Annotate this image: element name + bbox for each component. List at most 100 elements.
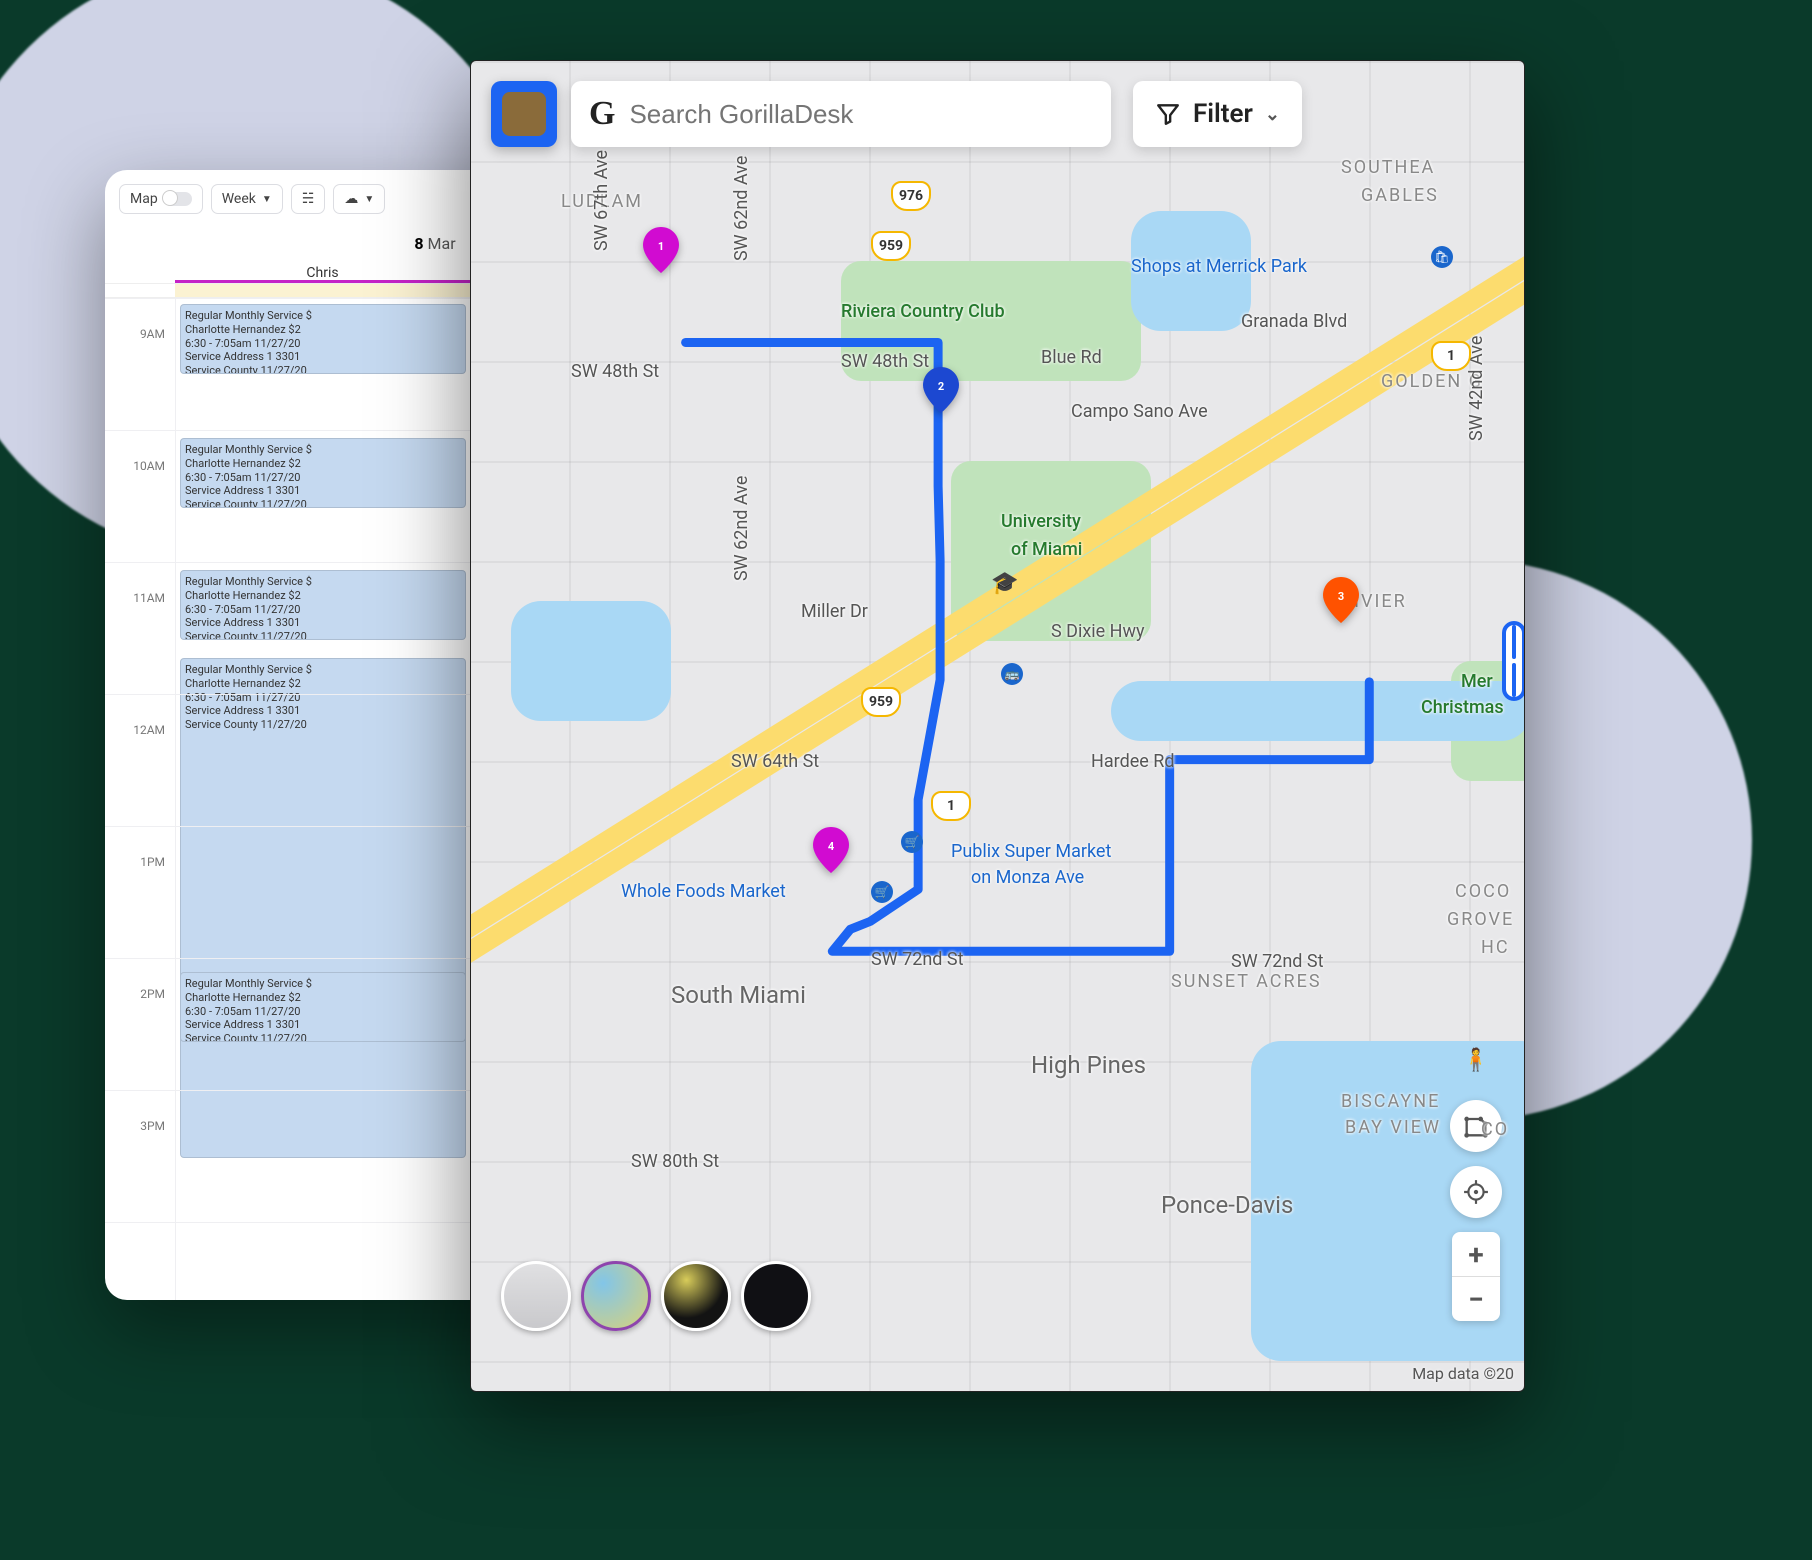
shopping-icon[interactable]: 🛒 bbox=[871, 881, 893, 903]
map-pin-1[interactable]: 1 bbox=[636, 225, 686, 275]
transit-icon[interactable]: 🚌 bbox=[1001, 663, 1023, 685]
map-canvas[interactable]: 🛒 🛒 🛍 🚌 🎓 🧍 + − Map da bbox=[471, 61, 1524, 1391]
map-poi-label[interactable]: Mer bbox=[1461, 671, 1493, 692]
filter-button[interactable]: Filter ⌄ bbox=[1133, 81, 1302, 147]
chevron-down-icon: ▼ bbox=[364, 194, 374, 205]
shopping-icon[interactable]: 🛍 bbox=[1431, 246, 1453, 268]
map-poi-label[interactable]: Christmas bbox=[1421, 697, 1504, 718]
map-street-label: SW 80th St bbox=[631, 1151, 719, 1172]
map-pin-2[interactable]: 2 bbox=[916, 365, 966, 415]
map-area-label: South Miami bbox=[671, 981, 806, 1009]
map-area-label: High Pines bbox=[1031, 1051, 1146, 1079]
hour-label: 9AM bbox=[138, 327, 167, 341]
map-street-label: SW 72nd St bbox=[1231, 951, 1324, 972]
map-poi-label[interactable]: University bbox=[1001, 511, 1081, 532]
map-pin-4[interactable]: 4 bbox=[806, 825, 856, 875]
google-g-icon: G bbox=[589, 95, 615, 133]
layer-dark[interactable] bbox=[741, 1261, 811, 1331]
map-pin-3[interactable]: 3 bbox=[1316, 575, 1366, 625]
map-street-label: SW 72nd St bbox=[871, 949, 964, 970]
calendar-event[interactable]: Regular Monthly Service $Charlotte Herna… bbox=[180, 658, 466, 1158]
map-poi-label[interactable]: Publix Super Market bbox=[951, 841, 1111, 862]
funnel-icon bbox=[1155, 101, 1181, 127]
route-icon-button[interactable]: ☵ bbox=[291, 184, 326, 214]
map-poi-label[interactable]: Whole Foods Market bbox=[621, 881, 786, 902]
toggle-track bbox=[164, 192, 192, 206]
map-layer-picker bbox=[501, 1261, 811, 1331]
chevron-down-icon: ▼ bbox=[262, 194, 272, 205]
panel-drag-handle[interactable] bbox=[1502, 621, 1525, 701]
route-shield: 1 bbox=[1431, 341, 1471, 371]
person-icon[interactable]: 🧍 bbox=[1450, 1034, 1502, 1086]
route-shield: 959 bbox=[861, 687, 901, 717]
crosshair-icon bbox=[1463, 1179, 1489, 1205]
map-controls: 🧍 + − bbox=[1450, 1034, 1502, 1321]
map-street-label: SW 48th St bbox=[571, 361, 659, 382]
hour-label: 2PM bbox=[138, 987, 167, 1001]
map-poi-label[interactable]: on Monza Ave bbox=[971, 867, 1084, 888]
shopping-icon[interactable]: 🛒 bbox=[901, 831, 923, 853]
calendar-event[interactable]: Regular Monthly Service $Charlotte Herna… bbox=[180, 304, 466, 374]
map-street-label: Granada Blvd bbox=[1241, 311, 1347, 332]
layer-terrain[interactable] bbox=[581, 1261, 651, 1331]
map-topbar: G Filter ⌄ bbox=[491, 81, 1302, 147]
map-street-label: SW 64th St bbox=[731, 751, 819, 772]
map-street-label: S Dixie Hwy bbox=[1051, 621, 1145, 642]
map-area-label: HC bbox=[1481, 937, 1510, 958]
staff-col-chris[interactable]: Chris bbox=[175, 259, 470, 283]
layer-default[interactable] bbox=[501, 1261, 571, 1331]
map-poi-label[interactable]: Shops at Merrick Park bbox=[1131, 256, 1307, 277]
view-select-label: Week bbox=[222, 191, 256, 207]
search-box[interactable]: G bbox=[571, 81, 1111, 147]
lane-chris[interactable]: Regular Monthly Service $Charlotte Herna… bbox=[175, 298, 470, 1300]
map-poi-label[interactable]: of Miami bbox=[1011, 539, 1082, 560]
map-area-label: SUNSET ACRES bbox=[1171, 971, 1322, 992]
map-street-label: Hardee Rd bbox=[1091, 751, 1175, 772]
search-input[interactable] bbox=[629, 99, 1093, 130]
calendar-month: Mar bbox=[428, 234, 456, 253]
map-street-label: Miller Dr bbox=[801, 601, 868, 622]
route-icon: ☵ bbox=[302, 191, 315, 207]
map-street-label: SW 67th Ave bbox=[591, 150, 612, 251]
map-area-label: Ponce-Davis bbox=[1161, 1191, 1293, 1219]
map-area-label: GABLES bbox=[1361, 185, 1439, 206]
zoom-out[interactable]: − bbox=[1452, 1277, 1500, 1321]
hour-label: 11AM bbox=[131, 591, 167, 605]
map-toggle-label: Map bbox=[130, 191, 158, 207]
view-select[interactable]: Week ▼ bbox=[211, 184, 283, 214]
map-area-label: BISCAYNE bbox=[1341, 1091, 1440, 1112]
staff-name: Chris bbox=[306, 265, 338, 281]
hour-label: 1PM bbox=[138, 855, 167, 869]
hour-label: 10AM bbox=[131, 459, 167, 473]
map-attribution: Map data ©20 bbox=[1412, 1364, 1514, 1383]
map-street-label: Campo Sano Ave bbox=[1071, 401, 1208, 422]
brand-logo[interactable] bbox=[491, 81, 557, 147]
map-toggle[interactable]: Map bbox=[119, 184, 203, 214]
route-shield: 1 bbox=[931, 791, 971, 821]
filter-label: Filter bbox=[1193, 99, 1253, 129]
calendar-event[interactable]: Regular Monthly Service $Charlotte Herna… bbox=[180, 972, 466, 1042]
locate-me[interactable] bbox=[1450, 1166, 1502, 1218]
layer-satellite[interactable] bbox=[661, 1261, 731, 1331]
map-area-label: COCO bbox=[1455, 881, 1511, 902]
calendar-day: 8 bbox=[414, 234, 423, 253]
route-shield: 976 bbox=[891, 181, 931, 211]
map-poi-label[interactable]: Riviera Country Club bbox=[841, 301, 1005, 322]
gorilla-icon bbox=[502, 92, 546, 136]
hours-gutter: 9AM10AM11AM12AM1PM2PM3PM bbox=[105, 298, 175, 1300]
map-street-label: SW 62nd Ave bbox=[731, 476, 752, 581]
university-icon: 🎓 bbox=[991, 571, 1018, 596]
calendar-event[interactable]: Regular Monthly Service $Charlotte Herna… bbox=[180, 570, 466, 640]
chevron-down-icon: ⌄ bbox=[1265, 104, 1280, 125]
zoom-in[interactable]: + bbox=[1452, 1232, 1500, 1276]
zoom-control: + − bbox=[1452, 1232, 1500, 1321]
map-street-label: SW 62nd Ave bbox=[731, 156, 752, 261]
hour-label: 12AM bbox=[131, 723, 167, 737]
map-area-label: SOUTHEA bbox=[1341, 157, 1435, 178]
route-shield: 959 bbox=[871, 231, 911, 261]
map-area-label: GROVE bbox=[1447, 909, 1514, 930]
map-area-label: BAY VIEW bbox=[1345, 1117, 1441, 1138]
water-area bbox=[511, 601, 671, 721]
cloud-icon-button[interactable]: ☁ ▼ bbox=[333, 184, 385, 214]
calendar-event[interactable]: Regular Monthly Service $Charlotte Herna… bbox=[180, 438, 466, 508]
